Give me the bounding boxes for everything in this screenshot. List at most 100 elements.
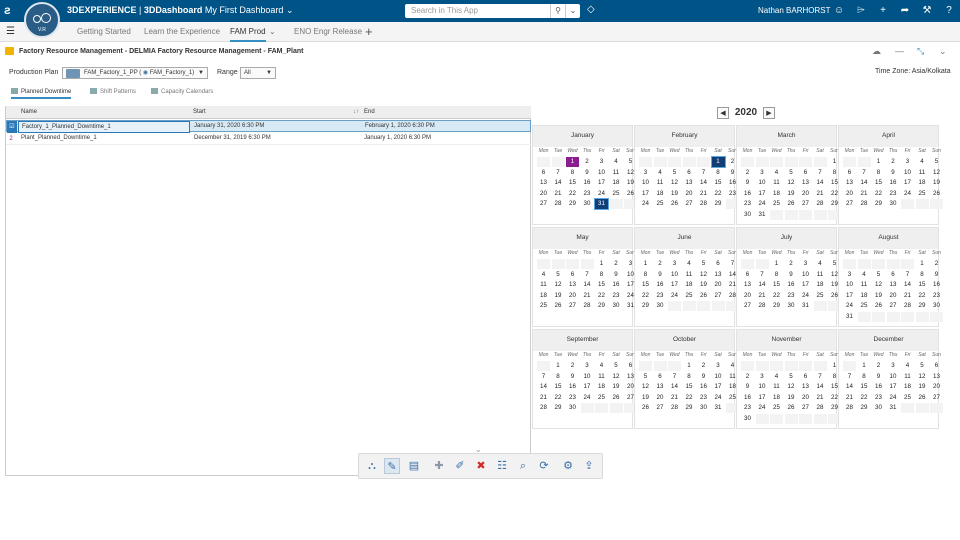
calendar-day[interactable]: 7 — [901, 270, 914, 280]
calendar-day[interactable]: 18 — [610, 178, 623, 188]
calendar-day[interactable]: 9 — [741, 178, 754, 188]
calendar-day[interactable]: 17 — [581, 382, 594, 392]
calendar-day[interactable]: 27 — [887, 301, 900, 311]
calendar-day[interactable]: 31 — [799, 301, 812, 311]
calendar-day[interactable]: 17 — [756, 393, 769, 403]
calendar-day[interactable]: 6 — [930, 361, 943, 371]
widget-menu-chevron-icon[interactable]: ⌄ — [939, 46, 947, 57]
calendar-day[interactable]: 21 — [537, 393, 550, 403]
calendar-day[interactable]: 24 — [581, 393, 594, 403]
calendar-day[interactable]: 10 — [843, 280, 856, 290]
calendar-day[interactable]: 12 — [610, 372, 623, 382]
calendar-day[interactable]: 24 — [756, 199, 769, 209]
calendar-day[interactable]: 26 — [785, 403, 798, 413]
calendar-day[interactable]: 1 — [595, 259, 608, 269]
column-header-end[interactable]: End — [364, 109, 375, 115]
calendar-day[interactable]: 20 — [683, 189, 696, 199]
calendar-day[interactable]: 16 — [872, 382, 885, 392]
calendar-day[interactable]: 8 — [639, 270, 652, 280]
calendar-day[interactable]: 23 — [872, 393, 885, 403]
calendar-day[interactable]: 20 — [741, 291, 754, 301]
calendar-day[interactable]: 15 — [916, 280, 929, 290]
calendar-day[interactable]: 23 — [697, 393, 710, 403]
calendar-day[interactable]: 18 — [901, 382, 914, 392]
calendar-day[interactable]: 17 — [595, 178, 608, 188]
calendar-day[interactable]: 13 — [799, 178, 812, 188]
calendar-day[interactable]: 19 — [785, 393, 798, 403]
calendar-day[interactable]: 21 — [668, 393, 681, 403]
calendar-day[interactable]: 25 — [770, 403, 783, 413]
calendar-day[interactable]: 15 — [639, 280, 652, 290]
calendar-day[interactable]: 22 — [683, 393, 696, 403]
calendar-day[interactable]: 14 — [858, 178, 871, 188]
calendar-day[interactable]: 1 — [858, 361, 871, 371]
calendar-day[interactable]: 13 — [566, 280, 579, 290]
calendar-day[interactable]: 22 — [566, 189, 579, 199]
edit-icon[interactable]: ✎ — [384, 458, 400, 474]
calendar-day[interactable]: 8 — [566, 168, 579, 178]
calendar-day[interactable]: 8 — [712, 168, 725, 178]
calendar-day[interactable]: 28 — [814, 199, 827, 209]
calendar-day[interactable]: 10 — [668, 270, 681, 280]
calendar-day[interactable]: 8 — [916, 270, 929, 280]
calendar-day[interactable]: 9 — [566, 372, 579, 382]
calendar-day[interactable]: 12 — [697, 270, 710, 280]
calendar-day[interactable]: 10 — [712, 372, 725, 382]
calendar-day[interactable]: 9 — [930, 270, 943, 280]
calendar-day[interactable]: 31 — [712, 403, 725, 413]
tab-capacity-calendars[interactable]: Capacity Calendars — [151, 88, 213, 95]
calendar-day[interactable]: 4 — [770, 168, 783, 178]
calendar-day[interactable]: 15 — [595, 280, 608, 290]
calendar-day[interactable]: 18 — [814, 280, 827, 290]
calendar-day[interactable]: 7 — [843, 372, 856, 382]
calendar-day[interactable]: 30 — [566, 403, 579, 413]
calendar-day[interactable]: 20 — [654, 393, 667, 403]
calendar-day[interactable]: 2 — [872, 361, 885, 371]
calendar-day[interactable]: 24 — [843, 301, 856, 311]
calendar-day[interactable]: 11 — [537, 280, 550, 290]
calendar-day[interactable]: 20 — [566, 291, 579, 301]
calendar-day[interactable]: 1 — [566, 157, 579, 167]
calendar-day[interactable]: 27 — [930, 393, 943, 403]
calendar-day[interactable]: 19 — [930, 178, 943, 188]
calendar-day[interactable]: 26 — [872, 301, 885, 311]
export-icon[interactable]: ⇪ — [581, 458, 597, 474]
calendar-day[interactable]: 1 — [872, 157, 885, 167]
calendar-day[interactable]: 30 — [887, 199, 900, 209]
calendar-day[interactable]: 9 — [785, 270, 798, 280]
calendar-day[interactable]: 21 — [581, 291, 594, 301]
calendar-day[interactable]: 15 — [552, 382, 565, 392]
tag-icon[interactable]: ◇ — [587, 4, 595, 15]
calendar-day[interactable]: 29 — [858, 403, 871, 413]
calendar-day[interactable]: 1 — [710, 156, 726, 168]
column-header-name[interactable]: Name — [21, 109, 37, 115]
calendar-day[interactable]: 3 — [668, 259, 681, 269]
calendar-day[interactable]: 29 — [566, 199, 579, 209]
calendar-day[interactable]: 20 — [930, 382, 943, 392]
calendar-day[interactable]: 22 — [639, 291, 652, 301]
calendar-day[interactable]: 30 — [872, 403, 885, 413]
calendar-day[interactable]: 4 — [654, 168, 667, 178]
calendar-day[interactable]: 2 — [785, 259, 798, 269]
tab-planned-downtime[interactable]: Planned Downtime — [11, 88, 72, 99]
settings-icon[interactable]: ⚙ — [560, 458, 576, 474]
calendar-day[interactable]: 18 — [916, 178, 929, 188]
tools-icon[interactable]: ⚒ — [920, 4, 934, 18]
calendar-day[interactable]: 19 — [872, 291, 885, 301]
user-name[interactable]: Nathan BARHORST — [758, 6, 830, 15]
calendar-day[interactable]: 20 — [799, 393, 812, 403]
calendar-day[interactable]: 5 — [872, 270, 885, 280]
forward-icon[interactable]: ➦ — [898, 4, 912, 18]
calendar-day[interactable]: 3 — [799, 259, 812, 269]
calendar-day[interactable]: 1 — [770, 259, 783, 269]
calendar-day[interactable]: 30 — [741, 414, 754, 424]
calendar-day[interactable]: 5 — [785, 372, 798, 382]
calendar-day[interactable]: 11 — [901, 372, 914, 382]
calendar-day[interactable]: 6 — [741, 270, 754, 280]
calendar-day[interactable]: 27 — [537, 199, 550, 209]
calendar-day[interactable]: 11 — [595, 372, 608, 382]
calendar-day[interactable]: 29 — [683, 403, 696, 413]
calendar-day[interactable]: 2 — [566, 361, 579, 371]
calendar-day[interactable]: 22 — [872, 189, 885, 199]
row-checkbox-icon[interactable]: ☑ — [7, 121, 17, 133]
